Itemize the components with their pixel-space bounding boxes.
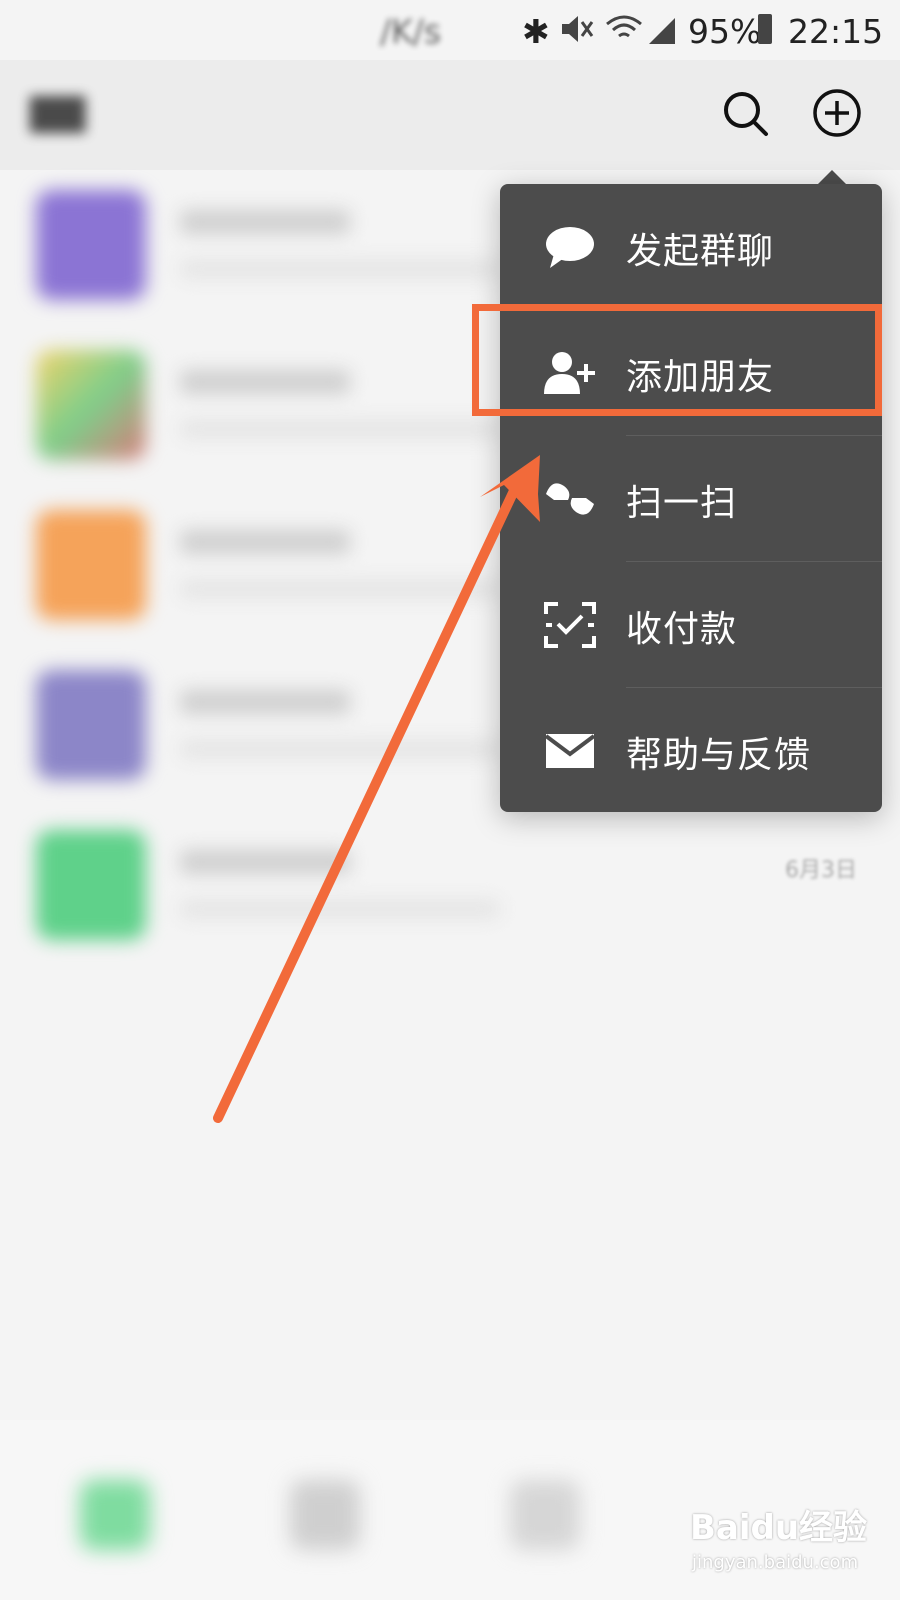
signal-icon [649, 18, 675, 44]
battery-percent: 95% [688, 12, 762, 51]
highlight-box [472, 304, 882, 416]
tab-discover[interactable] [510, 1480, 580, 1550]
menu-item-label: 扫一扫 [626, 483, 738, 524]
chat-name [180, 530, 350, 554]
chat-name [180, 690, 350, 714]
battery-icon [758, 14, 772, 44]
chat-preview [180, 260, 500, 278]
mute-icon [562, 16, 594, 42]
scan-icon [546, 483, 594, 515]
watermark-logo: Baidu经验 jingyan.baidu.com [690, 1500, 890, 1590]
menu-item-scan[interactable]: 扫一扫 [500, 436, 882, 562]
watermark-url: jingyan.baidu.com [692, 1552, 859, 1573]
avatar [36, 830, 146, 940]
network-speed: /K/s [380, 12, 442, 51]
avatar [36, 670, 146, 780]
mail-icon [544, 734, 596, 768]
chat-name [180, 210, 350, 234]
chat-name [180, 850, 350, 874]
menu-item-label: 收付款 [626, 609, 738, 650]
chat-preview [180, 740, 500, 758]
menu-item-label: 帮助与反馈 [626, 735, 812, 776]
menu-item-payment[interactable]: 收付款 [500, 562, 882, 688]
menu-item-label: 发起群聊 [626, 231, 775, 272]
page-title: ▇▇ [30, 92, 86, 133]
avatar [36, 510, 146, 620]
bluetooth-icon: ✱ [522, 12, 550, 51]
chat-preview [180, 580, 500, 598]
add-menu-button[interactable] [812, 88, 862, 138]
search-icon[interactable] [722, 90, 770, 138]
app-header: ▇▇ [0, 60, 900, 170]
chat-bubble-icon [546, 227, 594, 268]
money-scan-icon [544, 602, 596, 648]
chat-preview [180, 420, 500, 438]
status-bar: /K/s ✱ 95% 22:15 [0, 0, 900, 60]
chat-date: 6月3日 [785, 858, 857, 883]
add-popup-menu: 发起群聊 添加朋友 扫一扫 收付款 帮助与反馈 [500, 184, 882, 812]
clock: 22:15 [788, 12, 884, 51]
wifi-icon [606, 15, 642, 38]
menu-item-group-chat[interactable]: 发起群聊 [500, 184, 882, 310]
avatar [36, 350, 146, 460]
list-item[interactable] [0, 810, 900, 970]
watermark-brand: Baidu经验 [690, 1508, 868, 1548]
avatar [36, 190, 146, 300]
chat-name [180, 370, 350, 394]
menu-item-help-feedback[interactable]: 帮助与反馈 [500, 688, 882, 814]
tab-chats[interactable] [80, 1480, 150, 1550]
tab-contacts[interactable] [290, 1480, 360, 1550]
chat-preview [180, 900, 500, 918]
